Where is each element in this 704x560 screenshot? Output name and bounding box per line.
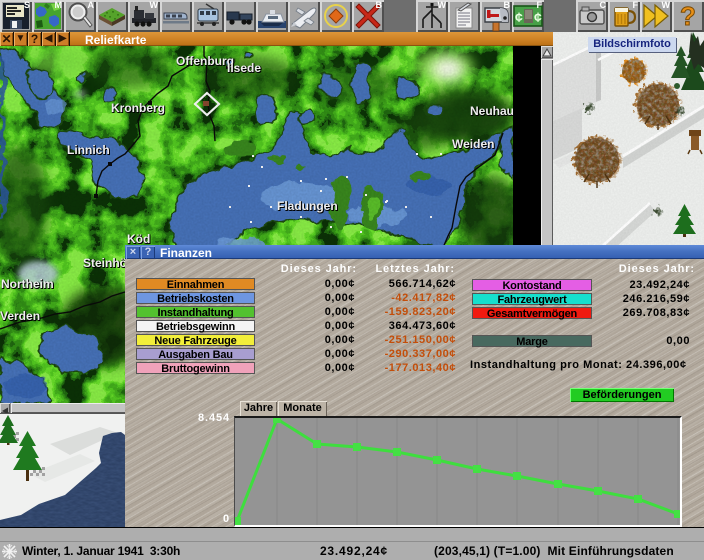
- svg-text:¢: ¢: [534, 9, 542, 25]
- svg-text:¢: ¢: [515, 9, 523, 25]
- svg-text:?: ?: [680, 1, 696, 31]
